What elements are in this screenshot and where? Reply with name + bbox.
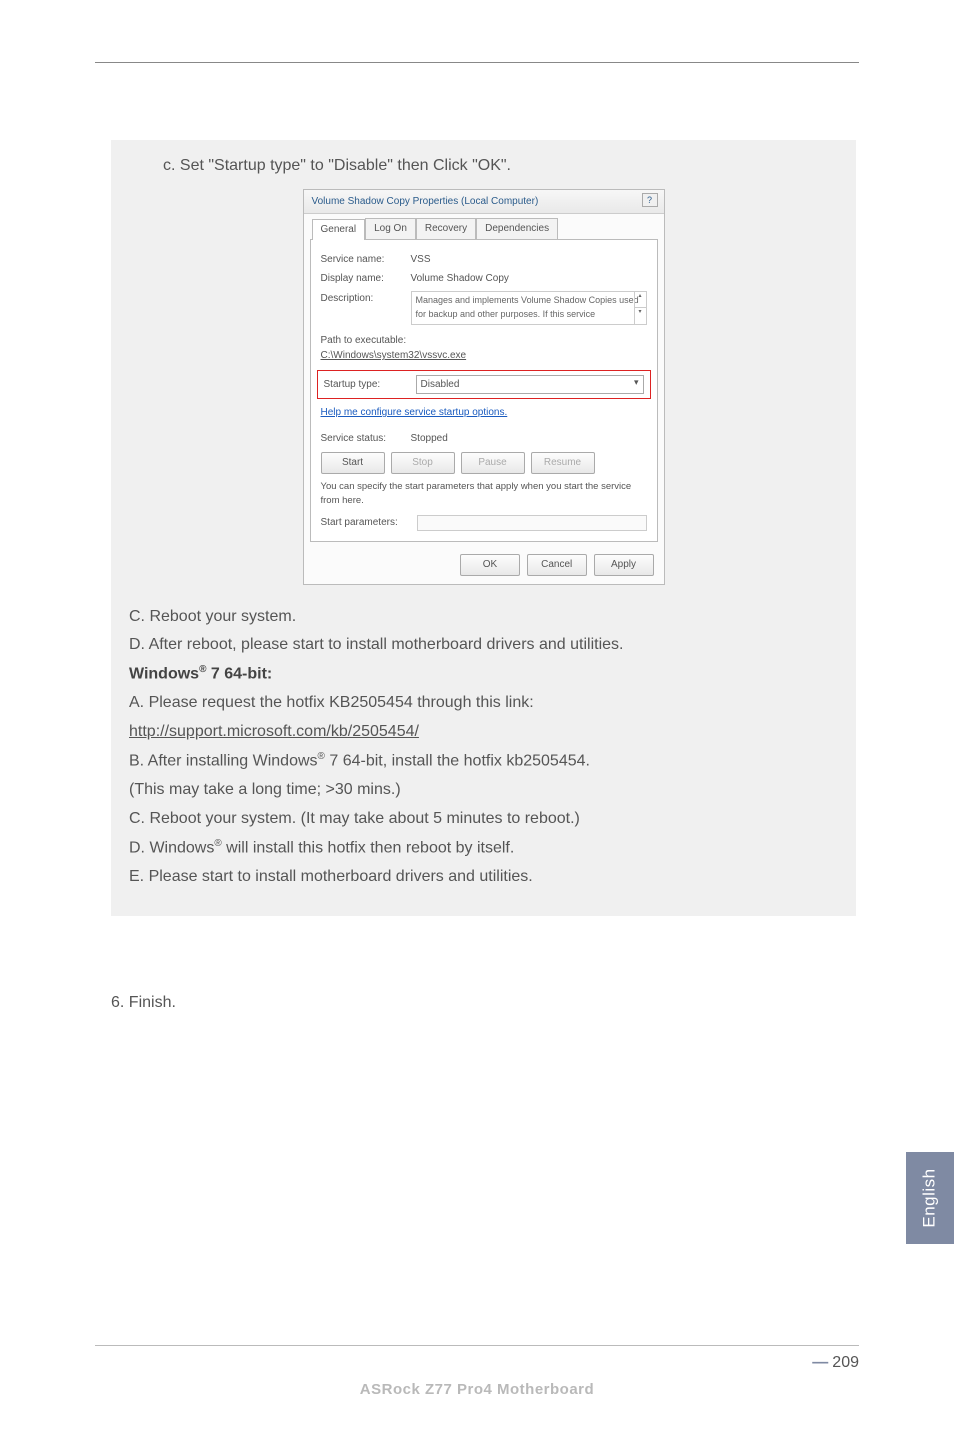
dialog-titlebar: Volume Shadow Copy Properties (Local Com… [304, 190, 664, 215]
description-label: Description: [321, 291, 411, 325]
service-name-value: VSS [411, 252, 431, 268]
content-panel: c. Set "Startup type" to "Disable" then … [111, 140, 856, 916]
start-params-hint: You can specify the start parameters tha… [321, 480, 647, 509]
startup-type-select[interactable]: Disabled [416, 375, 644, 395]
path-label: Path to executable: [321, 333, 647, 349]
properties-dialog: Volume Shadow Copy Properties (Local Com… [303, 189, 665, 585]
pause-button[interactable]: Pause [461, 452, 525, 474]
instruction-step-c: c. Set "Startup type" to "Disable" then … [163, 154, 838, 179]
start-params-label: Start parameters: [321, 515, 411, 531]
dialog-screenshot: Volume Shadow Copy Properties (Local Com… [129, 189, 838, 585]
display-name-value: Volume Shadow Copy [411, 271, 509, 287]
language-tab-label: English [920, 1168, 940, 1227]
win7-step-b-note: (This may take a long time; >30 mins.) [129, 778, 838, 803]
start-params-input[interactable] [417, 515, 647, 531]
win7-step-d: D. Windows® will install this hotfix the… [129, 836, 838, 861]
win7-header: Windows® 7 64-bit: [129, 662, 838, 687]
resume-button[interactable]: Resume [531, 452, 595, 474]
tab-logon[interactable]: Log On [365, 218, 416, 239]
start-button[interactable]: Start [321, 452, 385, 474]
help-configure-link[interactable]: Help me configure service startup option… [321, 407, 508, 418]
page-number: —209 [812, 1354, 859, 1372]
win7-step-a-link[interactable]: http://support.microsoft.com/kb/2505454/ [129, 720, 838, 745]
footer-title: ASRock Z77 Pro4 Motherboard [0, 1381, 954, 1398]
service-control-row: Start Stop Pause Resume [321, 452, 647, 474]
step-6-finish: 6. Finish. [111, 994, 176, 1012]
tab-general[interactable]: General [312, 219, 366, 240]
win7-step-c: C. Reboot your system. (It may take abou… [129, 807, 838, 832]
description-value: Manages and implements Volume Shadow Cop… [416, 295, 639, 319]
step-big-d: D. After reboot, please start to install… [129, 633, 838, 658]
path-value: C:\Windows\system32\vssvc.exe [321, 348, 647, 364]
win7-step-a: A. Please request the hotfix KB2505454 t… [129, 691, 838, 716]
service-status-value: Stopped [411, 431, 448, 447]
tab-dependencies[interactable]: Dependencies [476, 218, 558, 239]
dialog-title-text: Volume Shadow Copy Properties (Local Com… [312, 196, 539, 207]
language-tab: English [906, 1152, 954, 1244]
page-number-dash: — [812, 1354, 828, 1371]
win7-step-b: B. After installing Windows® 7 64-bit, i… [129, 749, 838, 774]
startup-type-label: Startup type: [324, 377, 408, 393]
dialog-footer: OK Cancel Apply [304, 548, 664, 584]
apply-button[interactable]: Apply [594, 554, 654, 576]
top-rule [95, 62, 859, 63]
display-name-label: Display name: [321, 271, 411, 287]
dialog-tabs: General Log On Recovery Dependencies [304, 214, 664, 239]
service-status-label: Service status: [321, 431, 411, 447]
win7-step-e: E. Please start to install motherboard d… [129, 865, 838, 890]
cancel-button[interactable]: Cancel [527, 554, 587, 576]
description-scroll[interactable]: ▴▾ [634, 292, 646, 324]
description-box: Manages and implements Volume Shadow Cop… [411, 291, 647, 325]
stop-button[interactable]: Stop [391, 452, 455, 474]
service-name-label: Service name: [321, 252, 411, 268]
dialog-help-button[interactable]: ? [642, 193, 658, 207]
tab-general-body: Service name: VSS Display name: Volume S… [310, 239, 658, 542]
tab-recovery[interactable]: Recovery [416, 218, 476, 239]
startup-highlight: Startup type: Disabled [317, 370, 651, 400]
ok-button[interactable]: OK [460, 554, 520, 576]
footer-rule [95, 1345, 859, 1346]
step-big-c: C. Reboot your system. [129, 605, 838, 630]
